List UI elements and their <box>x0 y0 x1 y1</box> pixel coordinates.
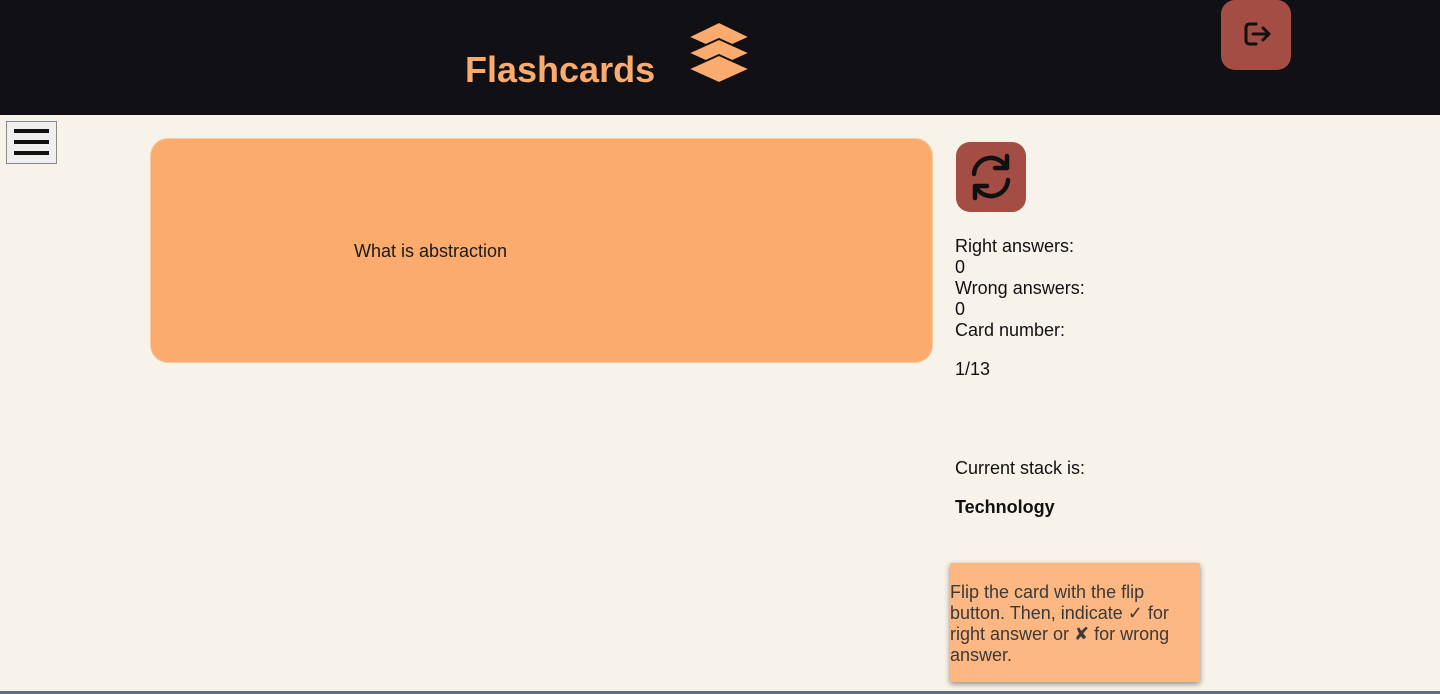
flip-button[interactable] <box>956 142 1026 212</box>
card-number-label: Card number: <box>955 320 1066 340</box>
wrong-answers-label: Wrong answers: <box>955 278 1085 298</box>
wrong-answers-value: 0 <box>955 299 966 319</box>
flashcard-question: What is abstraction <box>354 241 508 261</box>
hamburger-menu-icon <box>14 140 49 144</box>
flashcard[interactable]: What is abstraction <box>150 138 933 363</box>
score-panel: Right answers: 0 Wrong answers: 0 Card n… <box>955 236 1085 341</box>
right-answers-label: Right answers: <box>955 236 1075 256</box>
hamburger-menu-icon <box>14 151 49 155</box>
logout-button[interactable] <box>1221 0 1291 70</box>
current-stack-name: Technology <box>955 497 1055 517</box>
hamburger-menu-icon <box>14 129 49 133</box>
app-title: Flashcards <box>465 49 656 90</box>
card-number-value: 1/13 <box>955 359 991 379</box>
current-stack-label: Current stack is: <box>955 458 1086 478</box>
menu-button[interactable] <box>6 121 57 164</box>
app-header: Flashcards <box>0 0 1440 115</box>
layers-stack-icon <box>686 20 752 86</box>
help-tooltip: Flip the card with the flip button. Then… <box>950 563 1200 682</box>
right-answers-value: 0 <box>955 257 966 277</box>
